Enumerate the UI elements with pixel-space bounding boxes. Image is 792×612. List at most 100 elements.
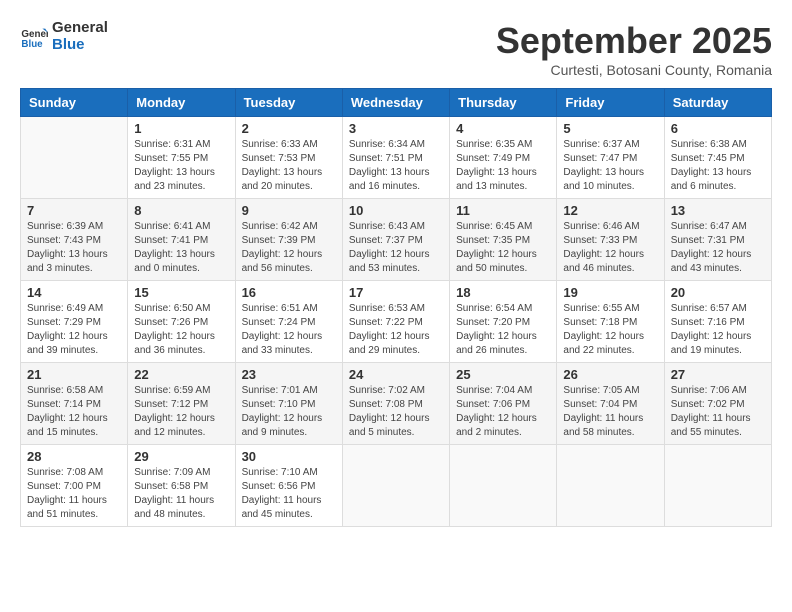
weekday-header-friday: Friday	[557, 89, 664, 117]
calendar-cell: 12 Sunrise: 6:46 AM Sunset: 7:33 PM Dayli…	[557, 199, 664, 281]
weekday-header-sunday: Sunday	[21, 89, 128, 117]
day-info: Sunrise: 6:55 AM Sunset: 7:18 PM Dayligh…	[563, 302, 657, 358]
page-header: General Blue General Blue September 2025…	[20, 20, 772, 78]
logo-icon: General Blue	[20, 23, 48, 51]
day-number: 28	[27, 449, 121, 464]
calendar-table: SundayMondayTuesdayWednesdayThursdayFrid…	[20, 88, 772, 527]
day-info: Sunrise: 6:57 AM Sunset: 7:16 PM Dayligh…	[671, 302, 765, 358]
day-number: 8	[134, 203, 228, 218]
logo-general: General	[52, 19, 108, 36]
day-number: 4	[456, 121, 550, 136]
calendar-cell: 2Sunrise: 6:33 AM Sunset: 7:53 PM Daylig…	[235, 117, 342, 199]
day-number: 15	[134, 285, 228, 300]
calendar-cell: 27 Sunrise: 7:06 AM Sunset: 7:02 PM Dayli…	[664, 363, 771, 445]
day-number: 24	[349, 367, 443, 382]
calendar-cell: 29 Sunrise: 7:09 AM Sunset: 6:58 PM Dayli…	[128, 445, 235, 527]
day-number: 18	[456, 285, 550, 300]
calendar-cell: 25 Sunrise: 7:04 AM Sunset: 7:06 PM Dayli…	[450, 363, 557, 445]
weekday-header-saturday: Saturday	[664, 89, 771, 117]
weekday-header-thursday: Thursday	[450, 89, 557, 117]
day-number: 17	[349, 285, 443, 300]
calendar-cell: 17 Sunrise: 6:53 AM Sunset: 7:22 PM Dayli…	[342, 281, 449, 363]
day-number: 13	[671, 203, 765, 218]
day-info: Sunrise: 6:37 AM Sunset: 7:47 PM Dayligh…	[563, 138, 657, 194]
day-info: Sunrise: 6:38 AM Sunset: 7:45 PM Dayligh…	[671, 138, 765, 194]
calendar-cell: 3 Sunrise: 6:34 AM Sunset: 7:51 PM Daylig…	[342, 117, 449, 199]
calendar-cell	[21, 117, 128, 199]
day-number: 7	[27, 203, 121, 218]
day-info: Sunrise: 7:10 AM Sunset: 6:56 PM Dayligh…	[242, 466, 336, 522]
calendar-cell: 8 Sunrise: 6:41 AM Sunset: 7:41 PM Daylig…	[128, 199, 235, 281]
calendar-cell: 14Sunrise: 6:49 AM Sunset: 7:29 PM Dayli…	[21, 281, 128, 363]
day-number: 10	[349, 203, 443, 218]
day-info: Sunrise: 7:01 AM Sunset: 7:10 PM Dayligh…	[242, 384, 336, 440]
weekday-header-row: SundayMondayTuesdayWednesdayThursdayFrid…	[21, 89, 772, 117]
day-number: 25	[456, 367, 550, 382]
day-number: 12	[563, 203, 657, 218]
day-number: 30	[242, 449, 336, 464]
day-info: Sunrise: 6:50 AM Sunset: 7:26 PM Dayligh…	[134, 302, 228, 358]
day-info: Sunrise: 7:09 AM Sunset: 6:58 PM Dayligh…	[134, 466, 228, 522]
day-info: Sunrise: 6:54 AM Sunset: 7:20 PM Dayligh…	[456, 302, 550, 358]
day-info: Sunrise: 7:08 AM Sunset: 7:00 PM Dayligh…	[27, 466, 121, 522]
day-number: 26	[563, 367, 657, 382]
day-number: 2	[242, 121, 336, 136]
weekday-header-monday: Monday	[128, 89, 235, 117]
calendar-cell: 15 Sunrise: 6:50 AM Sunset: 7:26 PM Dayli…	[128, 281, 235, 363]
day-number: 29	[134, 449, 228, 464]
weekday-header-wednesday: Wednesday	[342, 89, 449, 117]
day-number: 1	[134, 121, 228, 136]
day-number: 6	[671, 121, 765, 136]
week-row-5: 28 Sunrise: 7:08 AM Sunset: 7:00 PM Dayli…	[21, 445, 772, 527]
day-info: Sunrise: 6:46 AM Sunset: 7:33 PM Dayligh…	[563, 220, 657, 276]
week-row-3: 14Sunrise: 6:49 AM Sunset: 7:29 PM Dayli…	[21, 281, 772, 363]
day-number: 5	[563, 121, 657, 136]
day-info: Sunrise: 6:51 AM Sunset: 7:24 PM Dayligh…	[242, 302, 336, 358]
day-info: Sunrise: 6:47 AM Sunset: 7:31 PM Dayligh…	[671, 220, 765, 276]
day-info: Sunrise: 7:06 AM Sunset: 7:02 PM Dayligh…	[671, 384, 765, 440]
day-info: Sunrise: 6:34 AM Sunset: 7:51 PM Dayligh…	[349, 138, 443, 194]
calendar-cell	[342, 445, 449, 527]
weekday-header-tuesday: Tuesday	[235, 89, 342, 117]
day-info: Sunrise: 6:53 AM Sunset: 7:22 PM Dayligh…	[349, 302, 443, 358]
day-number: 9	[242, 203, 336, 218]
day-info: Sunrise: 6:49 AM Sunset: 7:29 PM Dayligh…	[27, 302, 121, 358]
day-number: 23	[242, 367, 336, 382]
calendar-cell: 21 Sunrise: 6:58 AM Sunset: 7:14 PM Dayli…	[21, 363, 128, 445]
day-info: Sunrise: 6:58 AM Sunset: 7:14 PM Dayligh…	[27, 384, 121, 440]
day-info: Sunrise: 6:39 AM Sunset: 7:43 PM Dayligh…	[27, 220, 121, 276]
day-number: 11	[456, 203, 550, 218]
day-number: 21	[27, 367, 121, 382]
day-number: 27	[671, 367, 765, 382]
calendar-cell: 13 Sunrise: 6:47 AM Sunset: 7:31 PM Dayli…	[664, 199, 771, 281]
day-info: Sunrise: 6:35 AM Sunset: 7:49 PM Dayligh…	[456, 138, 550, 194]
calendar-cell: 16Sunrise: 6:51 AM Sunset: 7:24 PM Dayli…	[235, 281, 342, 363]
calendar-cell: 6 Sunrise: 6:38 AM Sunset: 7:45 PM Daylig…	[664, 117, 771, 199]
calendar-cell: 18 Sunrise: 6:54 AM Sunset: 7:20 PM Dayli…	[450, 281, 557, 363]
calendar-cell: 19 Sunrise: 6:55 AM Sunset: 7:18 PM Dayli…	[557, 281, 664, 363]
day-info: Sunrise: 6:43 AM Sunset: 7:37 PM Dayligh…	[349, 220, 443, 276]
calendar-cell: 9Sunrise: 6:42 AM Sunset: 7:39 PM Daylig…	[235, 199, 342, 281]
location-title: Curtesti, Botosani County, Romania	[496, 62, 772, 78]
week-row-2: 7 Sunrise: 6:39 AM Sunset: 7:43 PM Daylig…	[21, 199, 772, 281]
day-info: Sunrise: 6:59 AM Sunset: 7:12 PM Dayligh…	[134, 384, 228, 440]
day-info: Sunrise: 6:41 AM Sunset: 7:41 PM Dayligh…	[134, 220, 228, 276]
day-number: 20	[671, 285, 765, 300]
calendar-cell: 22Sunrise: 6:59 AM Sunset: 7:12 PM Dayli…	[128, 363, 235, 445]
title-section: September 2025 Curtesti, Botosani County…	[496, 20, 772, 78]
day-info: Sunrise: 7:04 AM Sunset: 7:06 PM Dayligh…	[456, 384, 550, 440]
calendar-cell: 26Sunrise: 7:05 AM Sunset: 7:04 PM Dayli…	[557, 363, 664, 445]
calendar-cell: 24Sunrise: 7:02 AM Sunset: 7:08 PM Dayli…	[342, 363, 449, 445]
calendar-cell	[664, 445, 771, 527]
month-title: September 2025	[496, 20, 772, 62]
calendar-cell: 1 Sunrise: 6:31 AM Sunset: 7:55 PM Daylig…	[128, 117, 235, 199]
day-info: Sunrise: 6:31 AM Sunset: 7:55 PM Dayligh…	[134, 138, 228, 194]
day-number: 19	[563, 285, 657, 300]
logo: General Blue General Blue	[20, 20, 108, 53]
calendar-cell: 23 Sunrise: 7:01 AM Sunset: 7:10 PM Dayli…	[235, 363, 342, 445]
day-info: Sunrise: 6:45 AM Sunset: 7:35 PM Dayligh…	[456, 220, 550, 276]
calendar-cell: 11 Sunrise: 6:45 AM Sunset: 7:35 PM Dayli…	[450, 199, 557, 281]
svg-text:Blue: Blue	[21, 38, 43, 49]
day-number: 3	[349, 121, 443, 136]
week-row-1: 1 Sunrise: 6:31 AM Sunset: 7:55 PM Daylig…	[21, 117, 772, 199]
